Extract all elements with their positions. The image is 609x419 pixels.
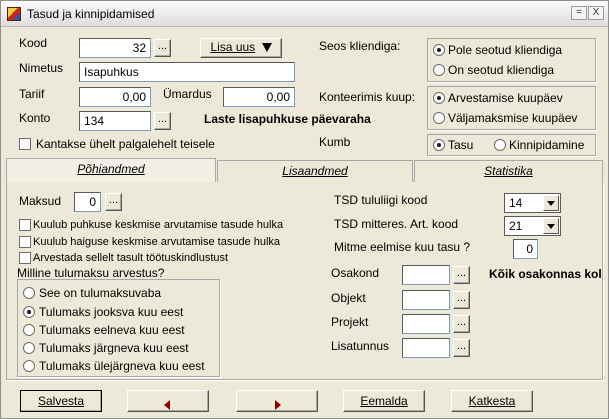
tab-statistika[interactable]: Statistika [414, 160, 603, 182]
tulumaks-radio-3[interactable] [23, 342, 35, 354]
tab-lisaandmed[interactable]: Lisaandmed [217, 160, 413, 182]
projekt-label: Projekt [331, 315, 369, 329]
kood-lookup-button[interactable]: ... [154, 39, 171, 57]
osakond-lookup-button[interactable]: ... [453, 266, 470, 284]
check-puhkuse-label: Kuulub puhkuse keskmise arvutamise tasud… [33, 219, 284, 231]
osakond-label: Osakond [331, 266, 380, 280]
kantakse-checkbox[interactable] [19, 138, 31, 150]
check-haiguse-keskmine[interactable] [19, 236, 31, 248]
seos-radio-pole[interactable] [433, 44, 445, 56]
tulumaks-option-3: Tulumaks järgneva kuu eest [39, 341, 189, 355]
projekt-lookup-button[interactable]: ... [453, 315, 470, 333]
nimetus-input[interactable]: Isapuhkus [79, 62, 295, 82]
katkesta-button[interactable]: Katkesta [451, 390, 533, 412]
salvesta-button[interactable]: Salvesta [20, 390, 102, 412]
chevron-down-icon[interactable] [543, 195, 559, 211]
tariif-input[interactable]: 0,00 [79, 87, 151, 107]
tsd-tululiik-value: 14 [509, 196, 523, 210]
tab-pohiandmed[interactable]: Põhiandmed [6, 158, 216, 182]
objekt-label: Objekt [331, 291, 366, 305]
close-button[interactable]: X [588, 6, 604, 20]
lisatunnus-input[interactable] [402, 338, 450, 358]
katkesta-label: Katkesta [468, 394, 516, 408]
tsd-mitteres-select[interactable]: 21 [504, 216, 561, 236]
umardus-label: Ümardus [163, 87, 212, 101]
arrow-right-icon [275, 400, 281, 410]
app-icon [7, 7, 21, 21]
check-haiguse-label: Kuulub haiguse keskmise arvutamise tasud… [33, 236, 281, 248]
konto-description: Laste lisapuhkuse päevaraha [204, 112, 371, 126]
projekt-input[interactable] [402, 314, 450, 334]
tulumaks-option-2: Tulumaks eelneva kuu eest [39, 323, 185, 337]
lisa-uus-button[interactable]: Lisa uus [200, 38, 282, 58]
konteerimis-radio-valjamaksmise[interactable] [433, 112, 445, 124]
mitme-eelmise-input[interactable]: 0 [513, 239, 538, 259]
tsd-tululiik-label: TSD tululiigi kood [334, 193, 428, 207]
check-puhkuse-keskmine[interactable] [19, 219, 31, 231]
nimetus-label: Nimetus [19, 61, 64, 75]
maksud-input[interactable]: 0 [74, 192, 101, 212]
tulumaks-option-4: Tulumaks ülejärgneva kuu eest [39, 359, 205, 373]
triangle-down-icon [261, 43, 272, 52]
tsd-mitteres-value: 21 [509, 219, 523, 233]
tulumaks-radio-4[interactable] [23, 360, 35, 372]
lisatunnus-lookup-button[interactable]: ... [453, 339, 470, 357]
chevron-down-icon[interactable] [543, 218, 559, 234]
objekt-lookup-button[interactable]: ... [453, 291, 470, 309]
kood-input[interactable]: 32 [79, 38, 151, 58]
objekt-input[interactable] [402, 290, 450, 310]
minimize-button[interactable]: = [571, 6, 587, 20]
tsd-mitteres-label: TSD mitteres. Art. kood [334, 217, 459, 231]
tulumaks-radio-1[interactable] [23, 306, 35, 318]
tulumaks-option-0: See on tulumaksuvaba [39, 286, 162, 300]
lisatunnus-label: Lisatunnus [331, 339, 390, 353]
dialog-window: Tasud ja kinnipidamised = X Kood 32 ... … [0, 0, 609, 419]
koik-osakonnas-label: Kõik osakonnas kol [489, 267, 602, 281]
mitme-eelmise-label: Mitme eelmise kuu tasu ? [334, 240, 471, 254]
tulumaks-option-1: Tulumaks jooksva kuu eest [39, 305, 184, 319]
konteerimis-radio-arvestamise[interactable] [433, 92, 445, 104]
previous-button[interactable] [127, 390, 209, 412]
konto-label: Konto [19, 111, 51, 125]
konto-input[interactable]: 134 [79, 111, 151, 131]
kantakse-label: Kantakse ühelt palgalehelt teisele [36, 137, 215, 151]
kood-label: Kood [19, 36, 48, 50]
tariif-label: Tariif [19, 87, 45, 101]
arrow-left-icon [164, 400, 170, 410]
seos-label: Seos kliendiga: [319, 39, 401, 53]
kumb-label: Kumb [319, 135, 351, 149]
maksud-lookup-button[interactable]: ... [105, 193, 122, 211]
umardus-input[interactable]: 0,00 [223, 87, 295, 107]
seos-option-pole: Pole seotud kliendiga [448, 43, 563, 57]
check-tootuskindlustus[interactable] [19, 252, 31, 264]
check-tootuskindlustus-label: Arvestada sellelt tasult töötuskindlustu… [33, 252, 229, 264]
seos-radio-on[interactable] [433, 64, 445, 76]
tulumaks-label: Milline tulumaksu arvestus? [17, 266, 165, 280]
konteerimis-label: Konteerimis kuup: [319, 90, 416, 104]
eemalda-button[interactable]: Eemalda [343, 390, 425, 412]
tulumaks-radio-0[interactable] [23, 287, 35, 299]
next-button[interactable] [236, 390, 318, 412]
tsd-tululiik-select[interactable]: 14 [504, 193, 561, 213]
kumb-radio-tasu[interactable] [433, 139, 445, 151]
window-title: Tasud ja kinnipidamised [27, 7, 155, 21]
kumb-option-tasu: Tasu [448, 138, 474, 152]
eemalda-label: Eemalda [360, 394, 408, 408]
salvesta-label: Salvesta [37, 394, 85, 408]
konto-lookup-button[interactable]: ... [154, 112, 171, 130]
konteerimis-option-arvestamise: Arvestamise kuupäev [448, 91, 563, 105]
maksud-label: Maksud [19, 194, 62, 208]
lisa-uus-label: Lisa uus [210, 40, 256, 54]
kumb-option-kinnipidamine: Kinnipidamine [509, 138, 585, 152]
title-bar: Tasud ja kinnipidamised = X [1, 1, 608, 27]
osakond-input[interactable] [402, 265, 450, 285]
tulumaks-radio-2[interactable] [23, 324, 35, 336]
konteerimis-option-valjamaksmise: Väljamaksmise kuupäev [448, 111, 578, 125]
seos-option-on: On seotud kliendiga [448, 63, 555, 77]
kumb-radio-kinnipidamine[interactable] [494, 139, 506, 151]
